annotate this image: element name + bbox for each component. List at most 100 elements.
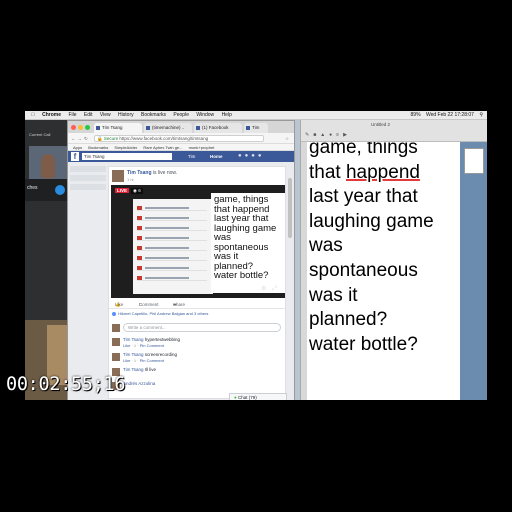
facebook-favicon-icon xyxy=(196,126,200,130)
sidebar-item[interactable] xyxy=(70,175,106,181)
reactions-summary[interactable]: Hikmet Capetillo, Phil Andrew Balgian an… xyxy=(112,311,208,316)
avatar[interactable] xyxy=(112,353,120,361)
document-thumbnail[interactable] xyxy=(464,148,484,174)
tab-label: (1) Facebook xyxy=(202,125,229,130)
url-input[interactable]: 🔒 Secure https://www.facebook.com/timtsa… xyxy=(94,135,264,142)
bookmarks-bar: Apps Bookmarks SimpleAdder Rare Aphex Tw… xyxy=(68,144,294,151)
apple-icon[interactable]:  xyxy=(31,111,35,120)
menu-bookmarks[interactable]: Bookmarks xyxy=(141,111,166,120)
back-forward-reload-icons[interactable]: ←→↻ xyxy=(71,133,90,144)
comment-text: Tim Tsang Ill live xyxy=(123,367,156,372)
lock-icon: 🔒 xyxy=(97,136,103,141)
post-author[interactable]: Tim Tsang is live now. xyxy=(127,170,177,176)
video-call-app: Current Call xyxy=(25,120,69,400)
tab-facebook[interactable]: (1) Facebook xyxy=(194,123,242,133)
comment-item: Tim Tsang hypertextwebbing Like · 1 · Pi… xyxy=(112,337,282,351)
menu-edit[interactable]: Edit xyxy=(84,111,93,120)
video-list-row xyxy=(137,205,207,211)
menu-history[interactable]: History xyxy=(118,111,134,120)
facebook-logo-icon[interactable]: f xyxy=(71,152,79,161)
mac-menubar:  Chrome File Edit View History Bookmark… xyxy=(25,111,487,120)
bookmark-simpleadder[interactable]: SimpleAdder xyxy=(114,145,137,150)
eye-icon: ◉ xyxy=(133,188,137,193)
pin-comment-link[interactable]: Pin Comment xyxy=(140,358,164,363)
live-video-player[interactable]: game, things that happend last year that… xyxy=(111,185,285,298)
home-link[interactable]: Home xyxy=(210,151,223,162)
video-controls[interactable]: ⚙ ⤢ xyxy=(261,285,279,293)
bookmark-aphex-twin[interactable]: Rare Aphex Twin ge... xyxy=(143,145,182,150)
minimize-window-button[interactable] xyxy=(78,125,83,130)
chrome-window: Tim Tsang (timemachine) .. (1) Facebook … xyxy=(67,120,295,400)
bookmark-star-icon[interactable]: ☆ xyxy=(285,133,289,144)
editor-tool-icons[interactable]: ✎■▲●≡▶ xyxy=(305,132,351,138)
document-line: was xyxy=(309,235,343,257)
document-line: spontaneous xyxy=(309,259,418,281)
document-line: game, things xyxy=(309,142,418,158)
comment-label: Comment xyxy=(139,302,159,307)
comment-author[interactable]: Tim Tsang xyxy=(123,352,144,357)
comment-like-link[interactable]: Like xyxy=(123,358,130,363)
editor-toolbar: Untitled 2 ✎■▲●≡▶ xyxy=(301,120,487,142)
desktop-background xyxy=(460,142,487,400)
tab-label: Tim xyxy=(252,125,260,130)
comment-body: screenrecording xyxy=(144,352,178,357)
bookmark-apps[interactable]: Apps xyxy=(73,145,82,150)
comment-like-link[interactable]: Like xyxy=(123,343,130,348)
comment-author[interactable]: Tim Tsang xyxy=(123,337,144,342)
comment-body: Ill live xyxy=(144,367,157,372)
author-name[interactable]: Tim Tsang xyxy=(127,170,152,176)
menu-window[interactable]: Window xyxy=(196,111,214,120)
notification-icons[interactable]: ●●●● xyxy=(238,151,265,162)
mic-button[interactable] xyxy=(55,185,65,195)
comment-text: Tim Tsang hypertextwebbing xyxy=(123,337,180,342)
pin-comment-link[interactable]: Pin Comment xyxy=(140,343,164,348)
reactions-text: Hikmet Capetillo, Phil Andrew Balgian an… xyxy=(118,311,209,316)
menubar-clock[interactable]: Wed Feb 22 17:28:07 xyxy=(426,111,474,120)
document-line: that happend xyxy=(309,161,420,183)
bookmark-bookmarks[interactable]: Bookmarks xyxy=(88,145,108,150)
tab-timemachine[interactable]: (timemachine) .. xyxy=(144,123,192,133)
chat-bar[interactable]: ● Chat (79) xyxy=(229,393,287,400)
misspelled-word[interactable]: happend xyxy=(346,162,420,183)
comment-author[interactable]: Tim Tsang xyxy=(123,367,144,372)
secure-label: Secure xyxy=(103,136,119,141)
menu-people[interactable]: People xyxy=(173,111,189,120)
text-editor-window: Untitled 2 ✎■▲●≡▶ game, things that happ… xyxy=(300,120,487,400)
url-text: https://www.facebook.com/timtsang/timtsa… xyxy=(119,136,209,141)
comment-item: Tim Tsang Ill live xyxy=(112,367,282,381)
menu-help[interactable]: Help xyxy=(222,111,232,120)
call-label: Current Call xyxy=(29,132,51,137)
sidebar-item[interactable] xyxy=(70,184,106,190)
post-time[interactable]: 1 hr xyxy=(127,177,134,182)
document-text: game, things that happend last year that… xyxy=(309,142,460,357)
sidebar-item[interactable] xyxy=(70,166,106,172)
facebook-page-body: Tim Tsang is live now. 1 hr game, things… xyxy=(68,162,294,400)
comment-author[interactable]: Andrés Azzolina xyxy=(123,381,155,386)
avatar[interactable] xyxy=(112,338,120,346)
left-sidebar-placeholder xyxy=(70,166,106,399)
comment-item: Tim Tsang screenrecording Like · 1 · Pin… xyxy=(112,352,282,366)
comment-text: Tim Tsang screenrecording xyxy=(123,352,177,357)
facebook-favicon-icon xyxy=(96,126,100,130)
tab-extra[interactable]: Tim xyxy=(244,123,268,133)
facebook-search-input[interactable]: Tim Tsang xyxy=(82,153,172,160)
facebook-favicon-icon xyxy=(146,126,150,130)
search-icon[interactable]: ⚲ xyxy=(479,111,483,120)
battery-level[interactable]: 89% xyxy=(411,111,421,120)
menubar-status: 89% Wed Feb 22 17:28:07 ⚲ xyxy=(407,111,483,120)
profile-link[interactable]: Tim xyxy=(188,151,195,162)
screen-recording-frame:  Chrome File Edit View History Bookmark… xyxy=(25,111,487,400)
menu-view[interactable]: View xyxy=(100,111,111,120)
facebook-topbar: f Tim Tsang Tim Home ●●●● xyxy=(68,151,294,162)
bookmark-monk-prophet[interactable]: monk+prophet xyxy=(189,145,215,150)
zoom-window-button[interactable] xyxy=(85,125,90,130)
comment-body: hypertextwebbing xyxy=(144,337,181,342)
tab-tim-tsang[interactable]: Tim Tsang xyxy=(94,123,142,133)
menubar-app-name[interactable]: Chrome xyxy=(42,111,61,120)
avatar[interactable] xyxy=(112,170,124,182)
comment-input[interactable]: Write a comment... xyxy=(123,323,281,332)
scrollbar[interactable] xyxy=(288,178,292,238)
menu-file[interactable]: File xyxy=(68,111,76,120)
close-window-button[interactable] xyxy=(71,125,76,130)
document-page[interactable]: game, things that happend last year that… xyxy=(307,142,460,400)
